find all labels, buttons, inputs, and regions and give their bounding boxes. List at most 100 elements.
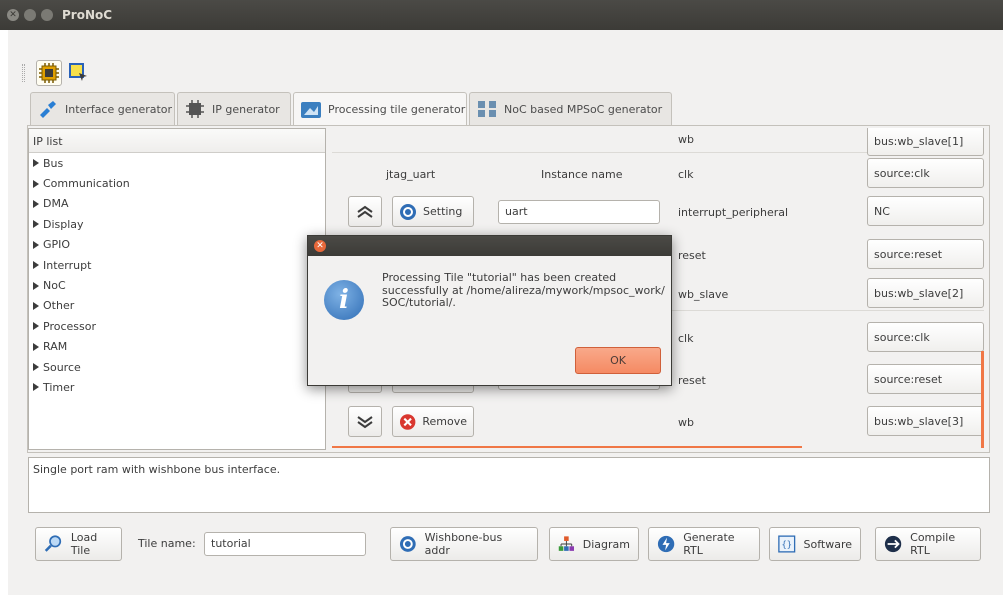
tile-name-label: Tile name:	[138, 537, 196, 550]
minimize-window-icon[interactable]	[24, 9, 36, 21]
expander-icon	[33, 220, 39, 229]
compile-icon	[884, 535, 902, 553]
info-dialog: ✕ i Processing Tile "tutorial" has been …	[307, 235, 672, 386]
chip-icon	[39, 63, 59, 83]
expander-icon	[33, 281, 39, 290]
generate-rtl-button[interactable]: Generate RTL	[648, 527, 760, 561]
ip-item-label: Interrupt	[43, 258, 92, 272]
expander-icon	[33, 383, 39, 392]
magnifier-icon	[44, 535, 62, 552]
port-connection-select[interactable]: source:clk	[867, 322, 984, 352]
info-icon: i	[324, 280, 364, 320]
window-title: ProNoC	[62, 8, 113, 22]
ip-list-item[interactable]: RAM	[29, 337, 325, 357]
port-connection-select[interactable]: bus:wb_slave[2]	[867, 278, 984, 308]
select-tool-button[interactable]	[66, 60, 92, 86]
dialog-titlebar: ✕	[308, 236, 671, 256]
bottom-toolbar: Load Tile Tile name: tutorial Wishbone-b…	[0, 527, 1003, 567]
tab-processing-tile-generator[interactable]: Processing tile generator	[293, 92, 467, 126]
instance-name-label: Instance name	[541, 168, 623, 181]
ip-item-label: DMA	[43, 197, 69, 211]
ip-list-item[interactable]: Display	[29, 214, 325, 234]
port-name: reset	[678, 374, 706, 387]
expander-icon	[33, 261, 39, 270]
ip-item-label: GPIO	[43, 238, 71, 252]
ip-list-item[interactable]: DMA	[29, 194, 325, 214]
move-down-button[interactable]	[348, 406, 382, 437]
gear-icon	[399, 536, 416, 552]
tab-interface-generator[interactable]: Interface generator	[30, 92, 175, 125]
setting-button[interactable]: Setting	[392, 196, 474, 227]
software-button[interactable]: {} Software	[769, 527, 861, 561]
ip-item-label: Bus	[43, 156, 64, 170]
ip-list-item[interactable]: Other	[29, 296, 325, 316]
ip-list-item[interactable]: Interrupt	[29, 255, 325, 275]
toolbar-grip-icon[interactable]	[22, 64, 25, 82]
ip-item-label: Other	[43, 299, 75, 313]
port-name: clk	[678, 168, 694, 181]
port-name: wb	[678, 416, 694, 429]
compile-rtl-button[interactable]: Compile RTL	[875, 527, 981, 561]
ok-button[interactable]: OK	[575, 347, 661, 374]
horizontal-scrollbar[interactable]	[332, 446, 802, 448]
tab-ip-generator[interactable]: IP generator	[177, 92, 291, 125]
expander-icon	[33, 179, 39, 188]
diagram-icon	[558, 536, 575, 551]
ip-list-header[interactable]: IP list	[29, 129, 325, 153]
chip-tool-button[interactable]	[36, 60, 62, 86]
ip-item-label: Source	[43, 360, 81, 374]
tab-noc-mpsoc-generator[interactable]: NoC based MPSoC generator	[469, 92, 672, 125]
generate-rtl-label: Generate RTL	[683, 531, 735, 557]
gear-icon	[400, 203, 416, 220]
window-titlebar: ✕ ProNoC	[0, 0, 1003, 30]
ip-item-label: Timer	[43, 380, 75, 394]
chip-icon	[186, 100, 204, 118]
ip-list-item[interactable]: Communication	[29, 173, 325, 193]
port-connection-select[interactable]: source:reset	[867, 239, 984, 269]
expander-icon	[33, 199, 39, 208]
ip-list-item[interactable]: Source	[29, 357, 325, 377]
maximize-window-icon[interactable]	[41, 9, 53, 21]
processing-tile-icon	[301, 101, 321, 118]
double-chevron-down-icon	[357, 415, 373, 428]
ip-description: Single port ram with wishbone bus interf…	[28, 457, 990, 513]
wishbone-bus-addr-button[interactable]: Wishbone-bus addr	[390, 527, 538, 561]
port-name: clk	[678, 332, 694, 345]
ip-name-label: jtag_uart	[386, 168, 436, 181]
dialog-message: Processing Tile "tutorial" has been crea…	[382, 271, 665, 309]
ip-list-tree: IP list Bus Communication DMA Display GP…	[28, 128, 326, 450]
wishbone-label: Wishbone-bus addr	[424, 531, 503, 557]
ip-list-item[interactable]: GPIO	[29, 235, 325, 255]
tab-label: Processing tile generator	[328, 103, 466, 116]
software-label: Software	[803, 537, 853, 551]
port-connection-select[interactable]: bus:wb_slave[1]	[867, 128, 984, 156]
port-connection-select[interactable]: source:clk	[867, 158, 984, 188]
close-dialog-icon[interactable]: ✕	[314, 240, 326, 252]
instance-name-input[interactable]: uart	[498, 200, 660, 224]
tile-name-input[interactable]: tutorial	[204, 532, 366, 556]
generate-icon	[657, 535, 675, 553]
ip-list-item[interactable]: NoC	[29, 275, 325, 295]
load-tile-button[interactable]: Load Tile	[35, 527, 122, 561]
diagram-button[interactable]: Diagram	[549, 527, 639, 561]
port-connection-select[interactable]: bus:wb_slave[3]	[867, 406, 984, 436]
vertical-scrollbar[interactable]	[981, 351, 984, 448]
port-name: wb_slave	[678, 288, 729, 301]
remove-icon	[399, 413, 416, 430]
select-region-icon	[69, 63, 87, 81]
port-connection-select[interactable]: NC	[867, 196, 984, 226]
ip-item-label: Display	[43, 217, 84, 231]
svg-text:{}: {}	[782, 541, 793, 551]
setting-label: Setting	[423, 205, 463, 218]
move-up-button[interactable]	[348, 196, 382, 227]
load-tile-label: Load Tile	[70, 531, 98, 557]
ip-list-item[interactable]: Bus	[29, 153, 325, 173]
close-window-icon[interactable]: ✕	[7, 9, 19, 21]
remove-button[interactable]: Remove	[392, 406, 474, 437]
port-name: interrupt_peripheral	[678, 206, 789, 219]
ip-list-item[interactable]: Timer	[29, 377, 325, 397]
ip-item-label: RAM	[43, 340, 68, 354]
ip-list-item[interactable]: Processor	[29, 316, 325, 336]
tab-label: Interface generator	[65, 102, 173, 116]
port-connection-select[interactable]: source:reset	[867, 364, 984, 394]
